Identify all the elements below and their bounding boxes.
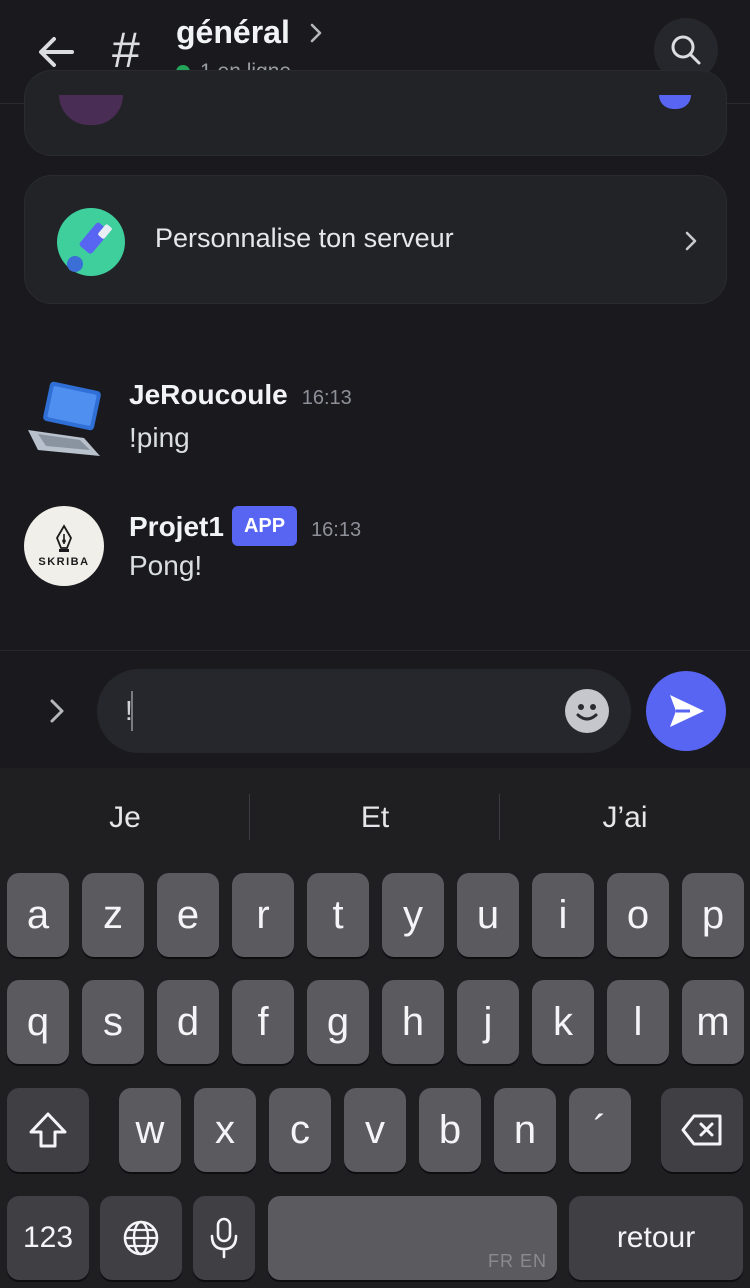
app-badge: APP [231, 506, 298, 546]
message-author[interactable]: Projet1 APP 16:13 [129, 506, 361, 547]
message-item[interactable]: JeRoucoule 16:13 !ping [24, 378, 724, 468]
microphone-icon [210, 1217, 238, 1259]
key-o[interactable]: o [607, 873, 669, 957]
key-s[interactable]: s [82, 980, 144, 1064]
emoji-icon[interactable] [565, 689, 609, 733]
return-key[interactable]: retour [569, 1196, 743, 1280]
globe-icon [123, 1220, 159, 1256]
customize-server-card[interactable]: Personnalise ton serveur [24, 175, 727, 304]
on-screen-keyboard: Je Et J’ai a z e r t y u i o p q s d f g… [0, 768, 750, 1288]
message-input[interactable]: ! [97, 669, 631, 753]
keyboard-language-label: FR EN [488, 1251, 547, 1271]
microphone-key[interactable] [193, 1196, 255, 1280]
message-content: !ping [129, 422, 190, 453]
chevron-right-icon[interactable] [44, 695, 70, 727]
suggestion-1[interactable]: Je [0, 798, 250, 838]
message-composer: ! [0, 650, 750, 768]
message-time: 16:13 [301, 387, 352, 409]
key-m[interactable]: m [682, 980, 744, 1064]
channel-title[interactable]: général [176, 12, 290, 52]
shift-icon [29, 1112, 67, 1148]
back-arrow-icon[interactable] [32, 28, 80, 76]
globe-key[interactable] [100, 1196, 182, 1280]
author-name[interactable]: Projet1 [129, 511, 224, 542]
card-indicator-partial [659, 95, 691, 109]
suggestion-bar: Je Et J’ai [0, 768, 750, 868]
shift-key[interactable] [7, 1088, 89, 1172]
paintbrush-icon [57, 208, 125, 276]
suggestion-2[interactable]: Et [250, 798, 500, 838]
key-q[interactable]: q [7, 980, 69, 1064]
key-z[interactable]: z [82, 873, 144, 957]
key-h[interactable]: h [382, 980, 444, 1064]
key-u[interactable]: u [457, 873, 519, 957]
key-v[interactable]: v [344, 1088, 406, 1172]
fountain-pen-icon [56, 524, 72, 552]
key-i[interactable]: i [532, 873, 594, 957]
customize-server-label: Personnalise ton serveur [155, 223, 454, 253]
key-t[interactable]: t [307, 873, 369, 957]
author-name[interactable]: JeRoucoule [129, 379, 288, 410]
message-author[interactable]: JeRoucoule 16:13 [129, 378, 352, 415]
discord-channel-screen: # général 1 en ligne Personnalise ton se… [0, 0, 750, 1288]
search-icon [671, 35, 701, 65]
send-icon [670, 695, 704, 727]
numbers-key[interactable]: 123 [7, 1196, 89, 1280]
card-icon-partial [59, 95, 123, 125]
text-caret [131, 691, 133, 731]
welcome-card-partial[interactable] [24, 70, 727, 156]
chevron-right-icon [681, 228, 701, 254]
key-k[interactable]: k [532, 980, 594, 1064]
avatar-logo-text: SKRIBA [38, 556, 90, 568]
key-n[interactable]: n [494, 1088, 556, 1172]
backspace-key[interactable] [661, 1088, 743, 1172]
key-p[interactable]: p [682, 873, 744, 957]
key-w[interactable]: w [119, 1088, 181, 1172]
key-j[interactable]: j [457, 980, 519, 1064]
message-content: Pong! [129, 550, 203, 581]
suggestion-3[interactable]: J’ai [500, 798, 750, 838]
space-key[interactable]: FR EN [268, 1196, 557, 1280]
send-button[interactable] [646, 671, 726, 751]
chevron-right-icon[interactable] [304, 18, 328, 48]
key-f[interactable]: f [232, 980, 294, 1064]
laptop-avatar-icon[interactable] [24, 378, 104, 458]
key-x[interactable]: x [194, 1088, 256, 1172]
key-c[interactable]: c [269, 1088, 331, 1172]
skriba-avatar[interactable]: SKRIBA [24, 506, 104, 586]
key-y[interactable]: y [382, 873, 444, 957]
key-a[interactable]: a [7, 873, 69, 957]
key-l[interactable]: l [607, 980, 669, 1064]
key-d[interactable]: d [157, 980, 219, 1064]
message-item[interactable]: SKRIBA Projet1 APP 16:13 Pong! [24, 506, 724, 596]
key-e[interactable]: e [157, 873, 219, 957]
key-acute[interactable]: ´ [569, 1088, 631, 1172]
backspace-icon [681, 1114, 722, 1146]
key-b[interactable]: b [419, 1088, 481, 1172]
key-g[interactable]: g [307, 980, 369, 1064]
key-r[interactable]: r [232, 873, 294, 957]
message-time: 16:13 [311, 519, 362, 541]
